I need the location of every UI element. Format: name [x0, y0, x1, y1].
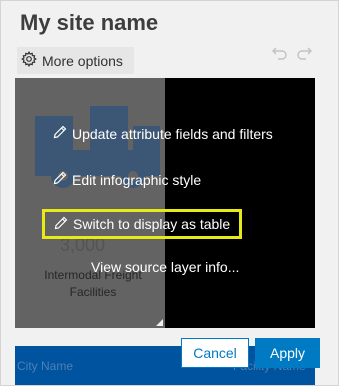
undo-icon[interactable]: [271, 44, 289, 62]
resize-handle[interactable]: [156, 319, 163, 326]
menu-item-label: View source layer info...: [91, 259, 240, 275]
menu-item-view-source-layer[interactable]: View source layer info...: [91, 259, 239, 275]
table-column-header-city: City Name: [17, 359, 74, 373]
pencil-icon: [53, 171, 67, 188]
site-title: My site name: [20, 10, 159, 35]
overlay-dark-region: [165, 78, 315, 328]
menu-item-label: Update attribute fields and filters: [72, 125, 273, 142]
more-options-button[interactable]: More options: [17, 47, 134, 74]
cancel-button[interactable]: Cancel: [181, 338, 249, 368]
menu-item-switch-to-table[interactable]: Switch to display as table: [42, 209, 243, 239]
menu-item-edit-style[interactable]: Edit infographic style: [53, 171, 201, 188]
gear-icon: [21, 51, 37, 70]
menu-item-update-attributes[interactable]: Update attribute fields and filters: [53, 125, 273, 142]
menu-item-label: Switch to display as table: [73, 216, 231, 232]
pencil-icon: [54, 216, 68, 233]
apply-button[interactable]: Apply: [255, 338, 320, 368]
options-panel: My site name More options 3,000 Intermod…: [0, 0, 339, 386]
infographic-card: 3,000 Intermodal Freight Facilities: [15, 78, 315, 328]
more-options-label: More options: [42, 52, 123, 69]
menu-item-label: Edit infographic style: [72, 171, 202, 188]
redo-icon[interactable]: [295, 44, 313, 62]
pencil-icon: [53, 125, 67, 142]
